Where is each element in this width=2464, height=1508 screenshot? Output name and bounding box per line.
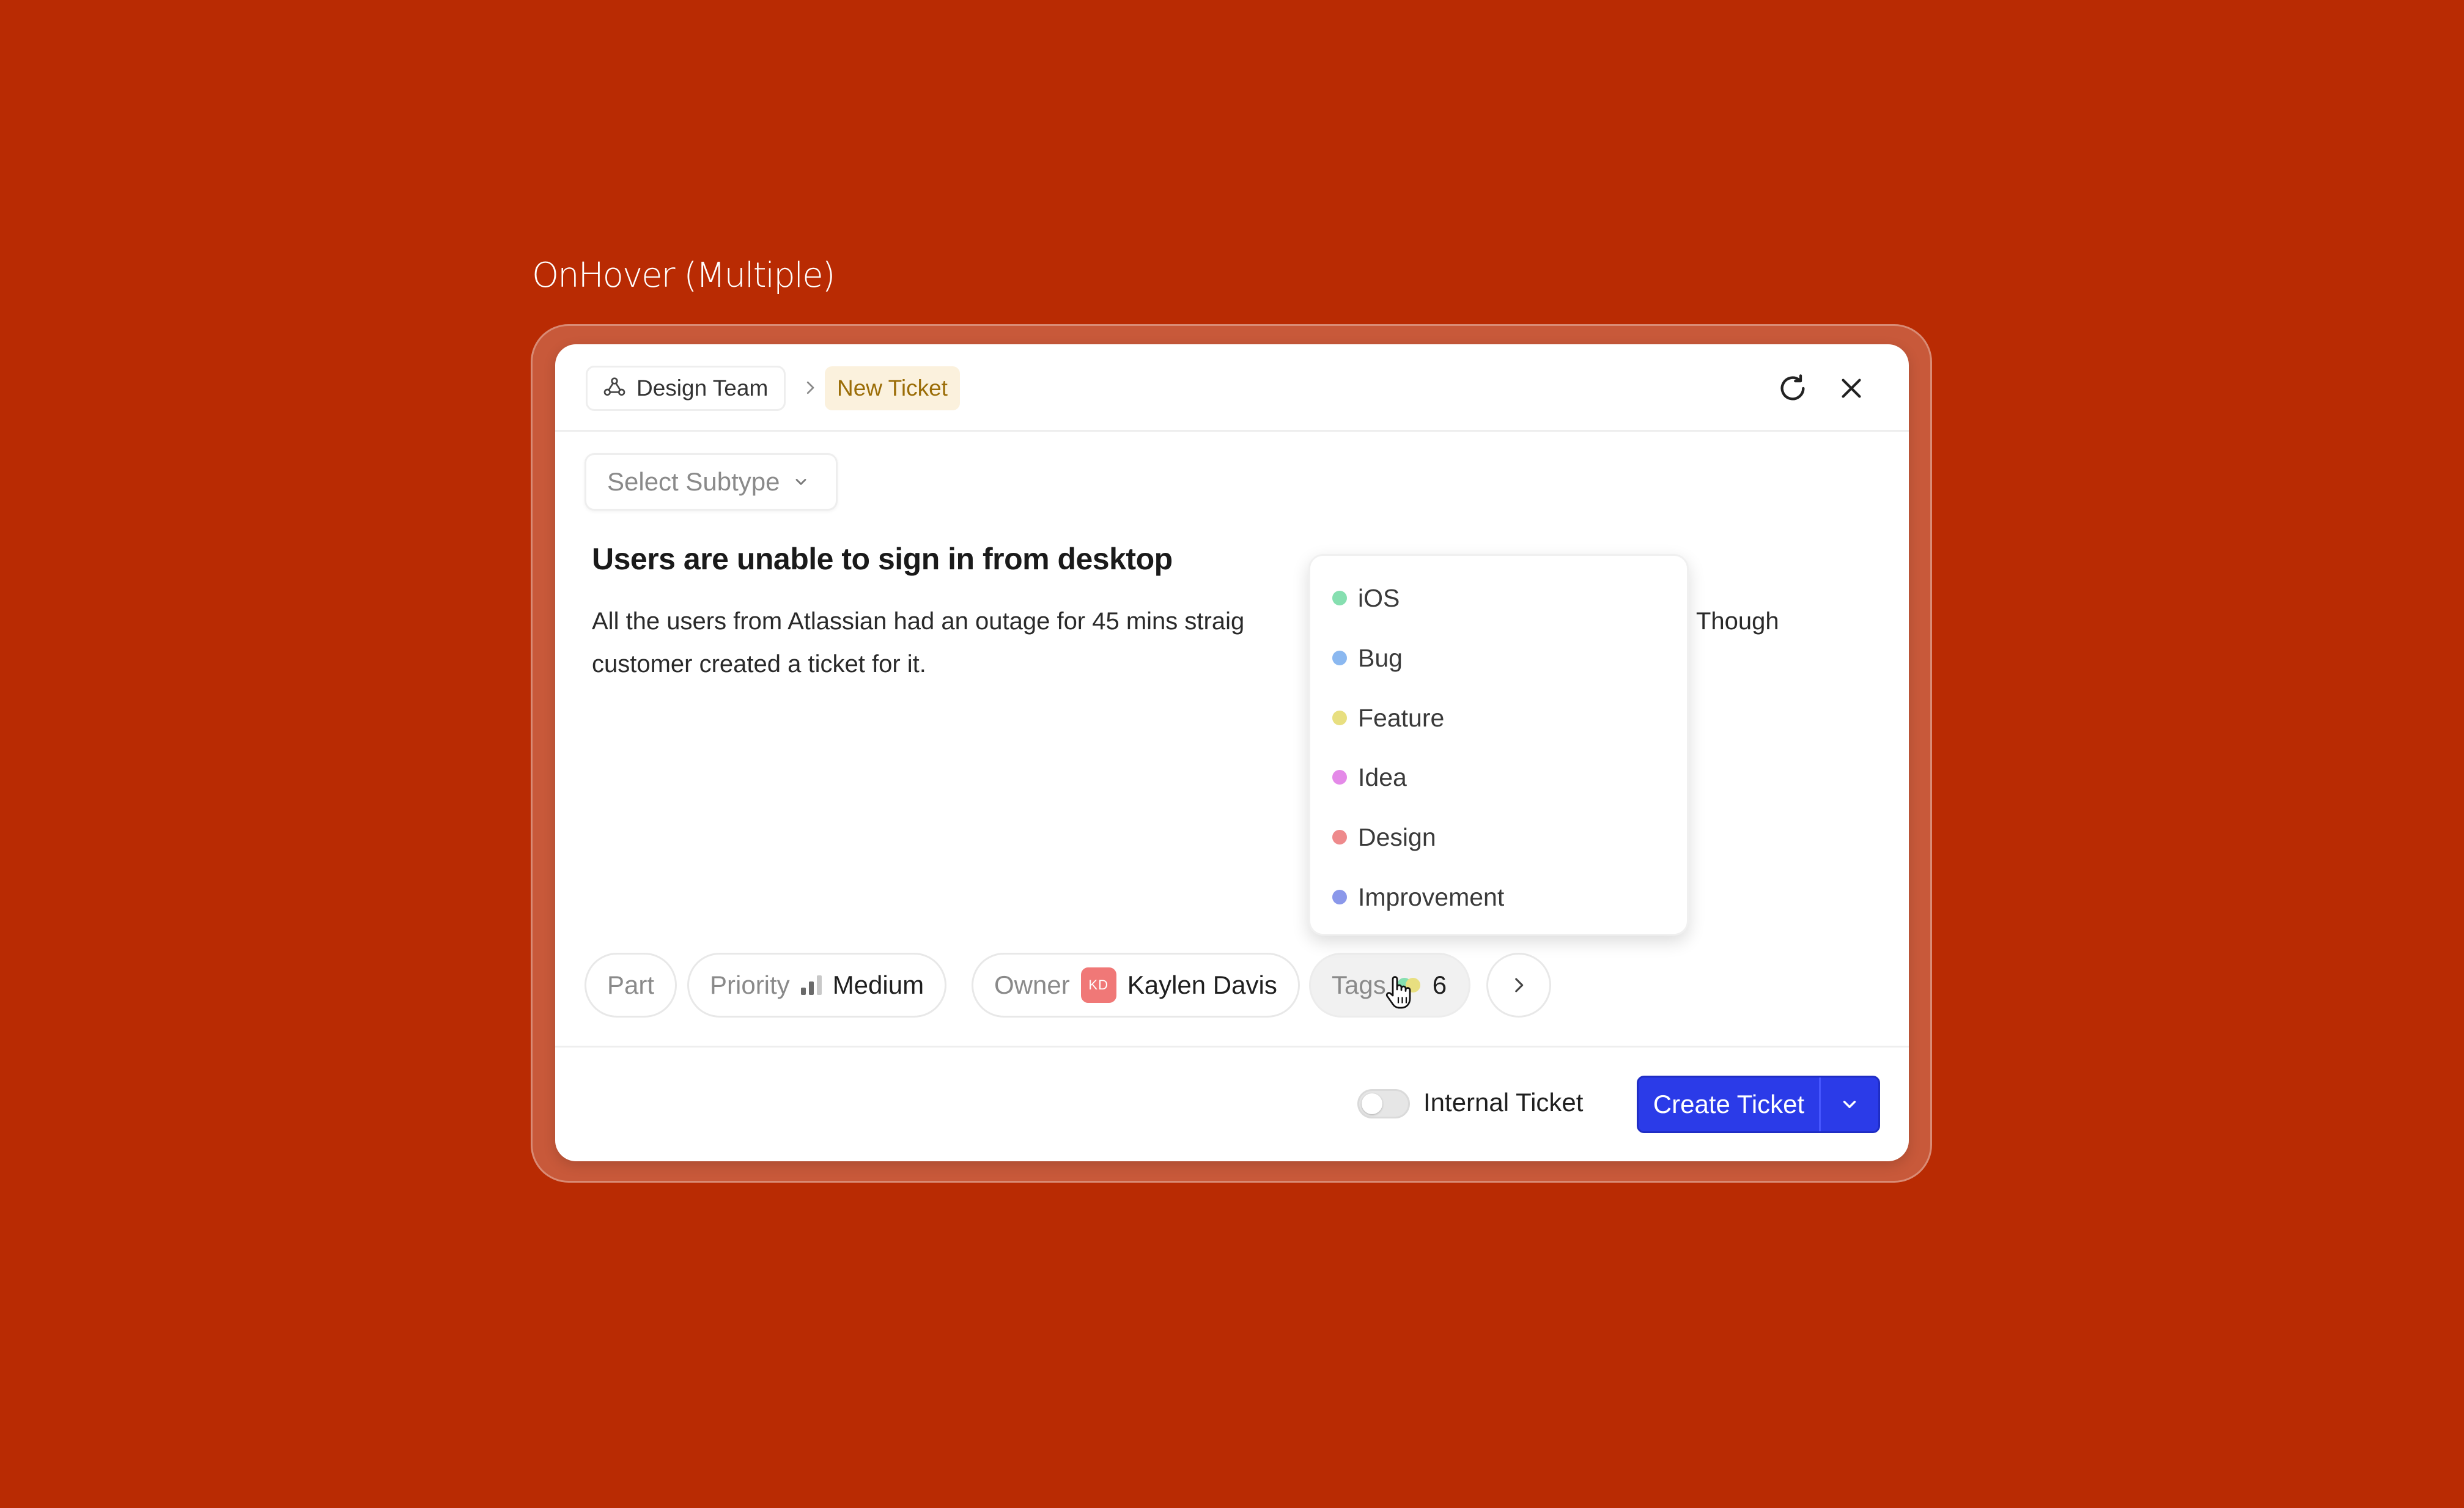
tag-item-label: Improvement (1358, 882, 1505, 911)
tag-item-label: Idea (1358, 763, 1407, 791)
new-ticket-modal: Design Team New Ticket Select Subtype Us… (555, 344, 1909, 1161)
priority-bars-icon (800, 975, 822, 995)
description-line-1: All the users from Atlassian had an outa… (592, 608, 1245, 635)
breadcrumb-team[interactable]: Design Team (586, 366, 786, 411)
breadcrumb-team-label: Design Team (636, 375, 769, 401)
tags-dropdown: iOS Bug Feature Idea Design Improvement (1308, 554, 1689, 936)
tag-color-dot (1332, 830, 1347, 845)
tag-color-dot (1332, 890, 1347, 904)
create-ticket-button[interactable]: Create Ticket (1639, 1077, 1821, 1131)
part-label: Part (607, 970, 655, 999)
refresh-icon[interactable] (1774, 370, 1811, 407)
internal-ticket-label: Internal Ticket (1423, 1088, 1584, 1117)
page-label: OnHover (Multiple) (532, 256, 835, 295)
more-fields-button[interactable] (1486, 953, 1551, 1018)
footer-divider (555, 1046, 1909, 1048)
tag-color-dot (1332, 770, 1347, 785)
tag-item-feature[interactable]: Feature (1310, 688, 1687, 748)
internal-ticket-toggle[interactable] (1357, 1089, 1410, 1118)
owner-label: Owner (994, 970, 1070, 999)
close-icon[interactable] (1833, 370, 1870, 407)
tag-item-bug[interactable]: Bug (1310, 628, 1687, 688)
tags-label: Tags (1332, 970, 1386, 999)
hand-cursor-icon (1384, 974, 1414, 1011)
tag-item-ios[interactable]: iOS (1310, 568, 1687, 628)
owner-chip[interactable]: Owner KD Kaylen Davis (972, 953, 1300, 1018)
chevron-right-icon (794, 371, 827, 404)
tag-color-dot (1332, 591, 1347, 605)
create-options-button[interactable] (1821, 1077, 1878, 1131)
ticket-title[interactable]: Users are unable to sign in from desktop (592, 541, 1173, 577)
select-subtype-dropdown[interactable]: Select Subtype (585, 453, 838, 511)
avatar: KD (1080, 967, 1116, 1003)
toggle-knob (1362, 1093, 1382, 1114)
tag-color-dot (1332, 651, 1347, 665)
tags-count: 6 (1432, 970, 1447, 999)
tag-item-improvement[interactable]: Improvement (1310, 867, 1687, 927)
owner-name: Kaylen Davis (1127, 970, 1277, 999)
priority-value: Medium (832, 970, 924, 999)
tag-item-label: iOS (1358, 583, 1400, 612)
create-ticket-button-group: Create Ticket (1637, 1076, 1880, 1133)
tag-item-label: Feature (1358, 703, 1445, 732)
select-subtype-placeholder: Select Subtype (607, 467, 780, 496)
tag-item-design[interactable]: Design (1310, 807, 1687, 867)
tag-item-label: Bug (1358, 643, 1403, 672)
modal-header: Design Team New Ticket (555, 344, 1909, 432)
chevron-right-icon (1515, 978, 1524, 992)
description-line-2: customer created a ticket for it. (592, 651, 926, 678)
tag-item-label: Design (1358, 822, 1436, 851)
chevron-down-icon (1843, 1101, 1856, 1108)
tag-color-dot (1332, 711, 1347, 725)
priority-chip[interactable]: Priority Medium (687, 953, 947, 1018)
description-line-1-tail: Though (1696, 608, 1779, 635)
priority-label: Priority (710, 970, 790, 999)
breadcrumb-new-ticket[interactable]: New Ticket (825, 366, 960, 410)
tag-item-idea[interactable]: Idea (1310, 747, 1687, 807)
chevron-down-icon (792, 467, 810, 497)
part-chip[interactable]: Part (585, 953, 677, 1018)
team-icon (602, 375, 627, 402)
